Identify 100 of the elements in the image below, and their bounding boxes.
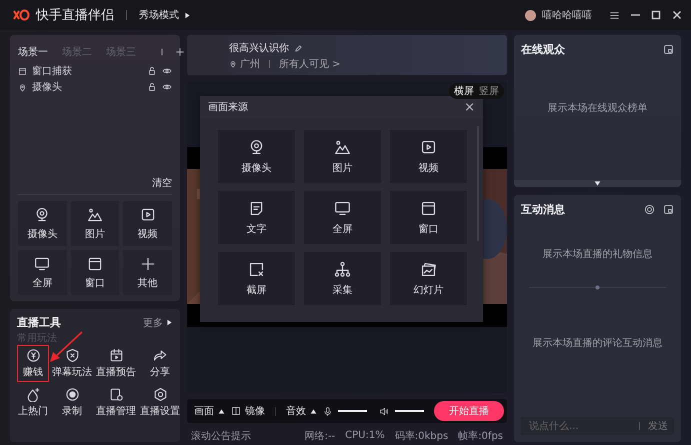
maximize-button[interactable] — [650, 8, 662, 22]
dialog-title: 画面来源 — [208, 100, 248, 114]
drag-handle-icon — [595, 285, 600, 290]
username: 嘻哈哈嘻嘻 — [542, 8, 592, 22]
speaker-icon — [379, 406, 389, 416]
source-item[interactable]: 窗口捕获 — [32, 64, 72, 78]
coin-icon — [26, 348, 40, 363]
close-button[interactable]: × — [464, 100, 475, 114]
document-icon — [248, 200, 265, 216]
hexagon-icon — [152, 387, 168, 402]
edit-icon — [294, 44, 303, 52]
hierarchy-icon — [334, 260, 351, 278]
add-source-tile[interactable]: 全屏 — [18, 250, 67, 295]
arrow-annotation — [48, 331, 84, 363]
picture-menu[interactable]: 画面 — [194, 404, 225, 418]
source-item[interactable]: 摄像头 — [32, 80, 62, 94]
panel-title: 直播工具 — [17, 315, 61, 330]
minimize-icon — [631, 14, 640, 16]
window-icon — [18, 66, 27, 76]
mode-switch[interactable]: 秀场模式 — [139, 8, 191, 22]
mirror-icon — [231, 406, 241, 416]
orientation-toggle[interactable]: 竖屏 — [479, 84, 499, 98]
tool-button[interactable]: 直播预告 — [95, 345, 137, 382]
monitor-icon — [334, 200, 351, 216]
clear-button[interactable]: 清空 — [152, 176, 172, 194]
cpu-stat: CPU:1% — [345, 430, 385, 441]
window-icon — [86, 256, 103, 272]
caret-icon — [310, 408, 317, 414]
empty-message: 展示本场直播的评论互动消息 — [532, 336, 662, 350]
orientation-toggle[interactable]: 横屏 — [454, 84, 474, 98]
logo-icon — [12, 9, 30, 21]
network-stat: 网络:-- — [304, 430, 336, 442]
add-source-tile[interactable]: 图片 — [70, 201, 120, 246]
add-source-tile[interactable]: 摄像头 — [18, 201, 67, 246]
source-option[interactable]: 采集 — [304, 252, 381, 305]
slides-icon — [420, 260, 437, 278]
tool-button[interactable]: 分享 — [139, 345, 181, 382]
tool-button[interactable]: 直播管理 — [95, 384, 137, 421]
close-button[interactable] — [671, 8, 683, 22]
source-option[interactable]: 幻灯片 — [390, 252, 467, 305]
scene-tab[interactable]: 场景一 — [18, 45, 48, 59]
more-link[interactable]: 更多 — [143, 316, 173, 330]
list-icon — [609, 10, 620, 20]
video-icon — [140, 206, 156, 222]
expand-icon — [663, 204, 674, 215]
maximize-icon — [651, 10, 661, 20]
tool-button[interactable]: 直播设置 — [139, 384, 181, 421]
plus-icon — [140, 256, 156, 272]
panel-title: 在线观众 — [521, 42, 565, 57]
source-option[interactable]: 文字 — [218, 191, 295, 244]
mirror-button[interactable]: 镜像 — [231, 404, 265, 418]
lock-icon — [147, 82, 157, 92]
empty-message: 展示本场直播的礼物信息 — [542, 248, 652, 261]
close-icon — [672, 10, 682, 20]
eye-icon — [162, 66, 172, 76]
source-option[interactable]: 摄像头 — [218, 130, 295, 183]
mic-icon — [322, 406, 332, 416]
tool-button[interactable]: 弹幕玩法 — [51, 345, 93, 382]
video-icon — [420, 138, 437, 156]
tool-button[interactable]: 录制 — [51, 384, 93, 421]
calendar-icon — [108, 348, 124, 363]
visibility-link[interactable]: 所有人可见 > — [279, 57, 341, 71]
caret-icon — [166, 319, 173, 326]
effects-menu[interactable]: 音效 — [286, 404, 317, 418]
avatar[interactable] — [525, 10, 536, 20]
pin-icon — [18, 82, 27, 92]
window-icon — [420, 200, 437, 216]
expand-icon — [663, 44, 674, 55]
add-source-tile[interactable]: 窗口 — [70, 250, 120, 295]
image-icon — [334, 138, 351, 156]
image-icon — [86, 206, 103, 222]
add-source-tile[interactable]: 视频 — [123, 201, 172, 246]
tool-button[interactable]: 赚钱 — [17, 345, 49, 382]
location-label: 广州 — [240, 58, 260, 71]
app-title: 快手直播伴侣 — [36, 7, 114, 24]
caret-icon — [594, 180, 601, 187]
pin-icon — [229, 60, 237, 68]
add-scene-button[interactable] — [174, 46, 186, 58]
source-option[interactable]: 视频 — [390, 130, 467, 183]
source-option[interactable]: 截屏 — [218, 252, 295, 305]
record-icon — [64, 387, 80, 402]
device-icon — [108, 387, 124, 402]
empty-message: 展示本场在线观众榜单 — [548, 102, 648, 115]
notice-text: 滚动公告提示 — [191, 430, 251, 442]
stream-title: 很高兴认识你 — [229, 42, 289, 55]
add-source-tile[interactable]: 其他 — [123, 250, 172, 295]
drop-icon — [26, 387, 40, 402]
tool-button[interactable]: 上热门 — [17, 384, 49, 421]
start-live-button[interactable]: 开始直播 — [434, 401, 504, 421]
source-option[interactable]: 全屏 — [304, 191, 381, 244]
camera-icon — [248, 138, 265, 156]
caret-icon — [218, 408, 225, 414]
target-icon — [644, 204, 655, 215]
shield-icon — [64, 348, 80, 363]
monitor-icon — [34, 256, 50, 272]
crop-icon — [248, 260, 265, 278]
camera-icon — [34, 206, 50, 222]
eye-icon — [162, 82, 172, 92]
source-option[interactable]: 图片 — [304, 130, 381, 183]
source-option[interactable]: 窗口 — [390, 191, 467, 244]
